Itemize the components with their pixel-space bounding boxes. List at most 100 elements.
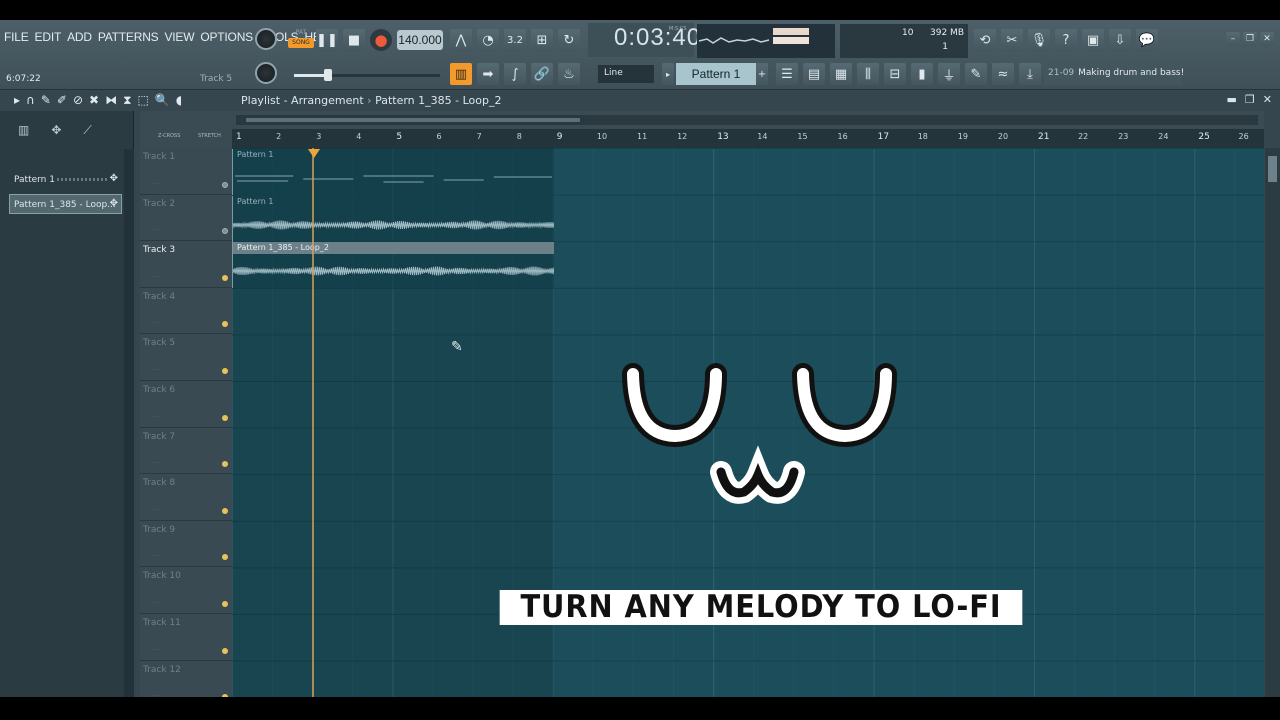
slice-tool-icon[interactable]: ⧗ bbox=[123, 93, 131, 108]
stop-button[interactable]: ■ bbox=[343, 29, 365, 51]
draw-tool-icon[interactable]: ✎ bbox=[41, 93, 51, 108]
track-mute-button[interactable] bbox=[222, 554, 228, 561]
app-minimize-button[interactable]: – bbox=[1226, 32, 1240, 46]
metronome-button[interactable]: ⋀ bbox=[450, 29, 472, 51]
maximize-icon[interactable]: ❐ bbox=[1245, 93, 1255, 106]
track-mute-button[interactable] bbox=[222, 507, 228, 514]
track-mute-button[interactable] bbox=[222, 461, 228, 468]
picker-patterns-icon[interactable]: ▥ bbox=[18, 123, 29, 138]
playhead-marker[interactable] bbox=[308, 149, 320, 158]
track-mute-button[interactable] bbox=[222, 600, 228, 607]
track-header[interactable]: Track 2 ··· bbox=[140, 195, 232, 242]
plugin-button[interactable]: ⏚ bbox=[938, 63, 960, 85]
countdown-button[interactable]: 3.2 bbox=[504, 29, 526, 51]
scroll-thumb[interactable] bbox=[246, 118, 580, 122]
track-mute-button[interactable] bbox=[222, 321, 228, 328]
track-header[interactable]: Track 9 ··· bbox=[140, 521, 232, 568]
slider-thumb[interactable] bbox=[324, 69, 332, 81]
arrow-button[interactable]: ➡ bbox=[477, 63, 499, 85]
app-close-button[interactable]: ✕ bbox=[1260, 32, 1274, 46]
picker-audio-icon[interactable]: ✥ bbox=[51, 123, 61, 138]
select-tool-icon[interactable]: ⬚ bbox=[138, 93, 149, 108]
pattern-selector[interactable]: Pattern 1 bbox=[676, 63, 756, 85]
track-header[interactable]: Track 1 ··· bbox=[140, 148, 232, 195]
track-header[interactable]: Track 4 ··· bbox=[140, 288, 232, 335]
master-pitch-knob[interactable] bbox=[255, 62, 277, 84]
menu-file[interactable]: FILE bbox=[4, 30, 29, 44]
wave-button[interactable]: ≈ bbox=[992, 63, 1014, 85]
picker-automation-icon[interactable]: ⟋ bbox=[83, 123, 91, 138]
audio-clip[interactable]: Pattern 1_385 - Loop_2 bbox=[232, 242, 554, 289]
track-mute-button[interactable] bbox=[222, 181, 228, 188]
typing-keyboard-button[interactable]: ▥ bbox=[450, 63, 472, 85]
tutorial-button[interactable]: ✎ bbox=[965, 63, 987, 85]
track-header[interactable]: Track 6 ··· bbox=[140, 381, 232, 428]
piano-roll-button[interactable]: ▤ bbox=[803, 63, 825, 85]
render-button[interactable]: ⇩ bbox=[1109, 29, 1131, 51]
app-restore-button[interactable]: ❐ bbox=[1243, 32, 1257, 46]
link-button[interactable]: 🔗 bbox=[531, 63, 553, 85]
menu-options[interactable]: OPTIONS bbox=[200, 30, 253, 44]
tempo-display[interactable]: 140.000 bbox=[397, 30, 443, 50]
zcross-toggle[interactable]: Z-CROSS bbox=[158, 133, 180, 139]
menu-patterns[interactable]: PATTERNS bbox=[98, 30, 159, 44]
delete-tool-icon[interactable]: ⊘ bbox=[73, 93, 83, 108]
song-time-display[interactable]: 0:03:40 bbox=[614, 24, 701, 52]
chat-button[interactable]: 💬 bbox=[1136, 29, 1158, 51]
loop-record-button[interactable]: ↻ bbox=[558, 29, 580, 51]
track-header[interactable]: Track 11 ··· bbox=[140, 614, 232, 661]
curve-button[interactable]: ∫ bbox=[504, 63, 526, 85]
save-button[interactable]: ▣ bbox=[1082, 29, 1104, 51]
undo-button[interactable]: ⟲ bbox=[974, 29, 996, 51]
track-mute-button[interactable] bbox=[222, 647, 228, 654]
track-header[interactable]: Track 5 ··· bbox=[140, 334, 232, 381]
vertical-scrollbar[interactable] bbox=[1265, 148, 1280, 697]
menu-view[interactable]: VIEW bbox=[164, 30, 194, 44]
picker-item-pattern-1[interactable]: Pattern 1 ✥ bbox=[9, 169, 122, 189]
snap-selector[interactable]: Line bbox=[598, 65, 654, 83]
track-header[interactable]: Track 3 ··· bbox=[140, 241, 232, 288]
track-mute-button[interactable] bbox=[222, 274, 228, 281]
mic-button[interactable]: 🎙 bbox=[1028, 29, 1050, 51]
project-button[interactable]: ▮ bbox=[911, 63, 933, 85]
track-mute-button[interactable] bbox=[222, 228, 228, 235]
audio-clip[interactable]: Pattern 1 bbox=[232, 195, 554, 242]
track-header[interactable]: Track 7 ··· bbox=[140, 428, 232, 475]
track-mute-button[interactable] bbox=[222, 367, 228, 374]
breadcrumb-pattern[interactable]: Pattern 1_385 - Loop_2 bbox=[367, 94, 501, 107]
channel-rack-button[interactable]: ▦ bbox=[830, 63, 852, 85]
track-header[interactable]: Track 10 ··· bbox=[140, 567, 232, 614]
track-mute-button[interactable] bbox=[222, 414, 228, 421]
picker-scrollbar[interactable] bbox=[124, 149, 134, 697]
horizontal-scrollbar[interactable] bbox=[236, 115, 1258, 125]
menu-add[interactable]: ADD bbox=[67, 30, 92, 44]
add-pattern-button[interactable]: + bbox=[756, 63, 768, 85]
zoom-tool-icon[interactable]: 🔍 bbox=[155, 93, 170, 108]
close-icon[interactable]: ✕ bbox=[1263, 93, 1272, 106]
download-button[interactable]: ⤓ bbox=[1019, 63, 1041, 85]
record-button[interactable]: ● bbox=[370, 29, 392, 51]
mute-tool-icon[interactable]: ✖ bbox=[89, 93, 99, 108]
wait-input-button[interactable]: ◔ bbox=[477, 29, 499, 51]
news-ticker[interactable]: 21-09 Making drum and bass! bbox=[1044, 63, 1184, 85]
slip-tool-icon[interactable]: ⧓ bbox=[105, 93, 117, 108]
cut-button[interactable]: ✂ bbox=[1001, 29, 1023, 51]
browser-button[interactable]: ⊟ bbox=[884, 63, 906, 85]
track-header[interactable]: Track 8 ··· bbox=[140, 474, 232, 521]
picker-item-loop[interactable]: Pattern 1_385 - Loop... ✥ bbox=[9, 194, 122, 214]
pause-button[interactable]: ❚❚ bbox=[316, 29, 338, 51]
scroll-thumb[interactable] bbox=[1268, 156, 1277, 182]
breadcrumb-playlist[interactable]: Playlist - Arrangement bbox=[241, 94, 364, 107]
pat-song-toggle[interactable]: PAT SONG bbox=[288, 28, 314, 54]
minimize-icon[interactable]: ▬ bbox=[1227, 93, 1237, 106]
magnet-icon[interactable]: ∩ bbox=[26, 93, 35, 108]
stretch-toggle[interactable]: STRETCH bbox=[198, 133, 221, 139]
master-volume-knob[interactable] bbox=[255, 28, 277, 50]
playlist-window-button[interactable]: ☰ bbox=[776, 63, 798, 85]
timeline-ruler[interactable]: 1 2 3 4 5 6 7 8 9 10 11 12 13 14 15 16 17 18 19 20 21 22 23 24 2… bbox=[232, 129, 1264, 148]
menu-edit[interactable]: EDIT bbox=[35, 30, 62, 44]
mixer-button[interactable]: ⫼ bbox=[857, 63, 879, 85]
menu-arrow-icon[interactable]: ▸ bbox=[14, 93, 20, 108]
step-edit-button[interactable]: ⊞ bbox=[531, 29, 553, 51]
playback-tool-icon[interactable]: ◖ bbox=[176, 93, 182, 108]
